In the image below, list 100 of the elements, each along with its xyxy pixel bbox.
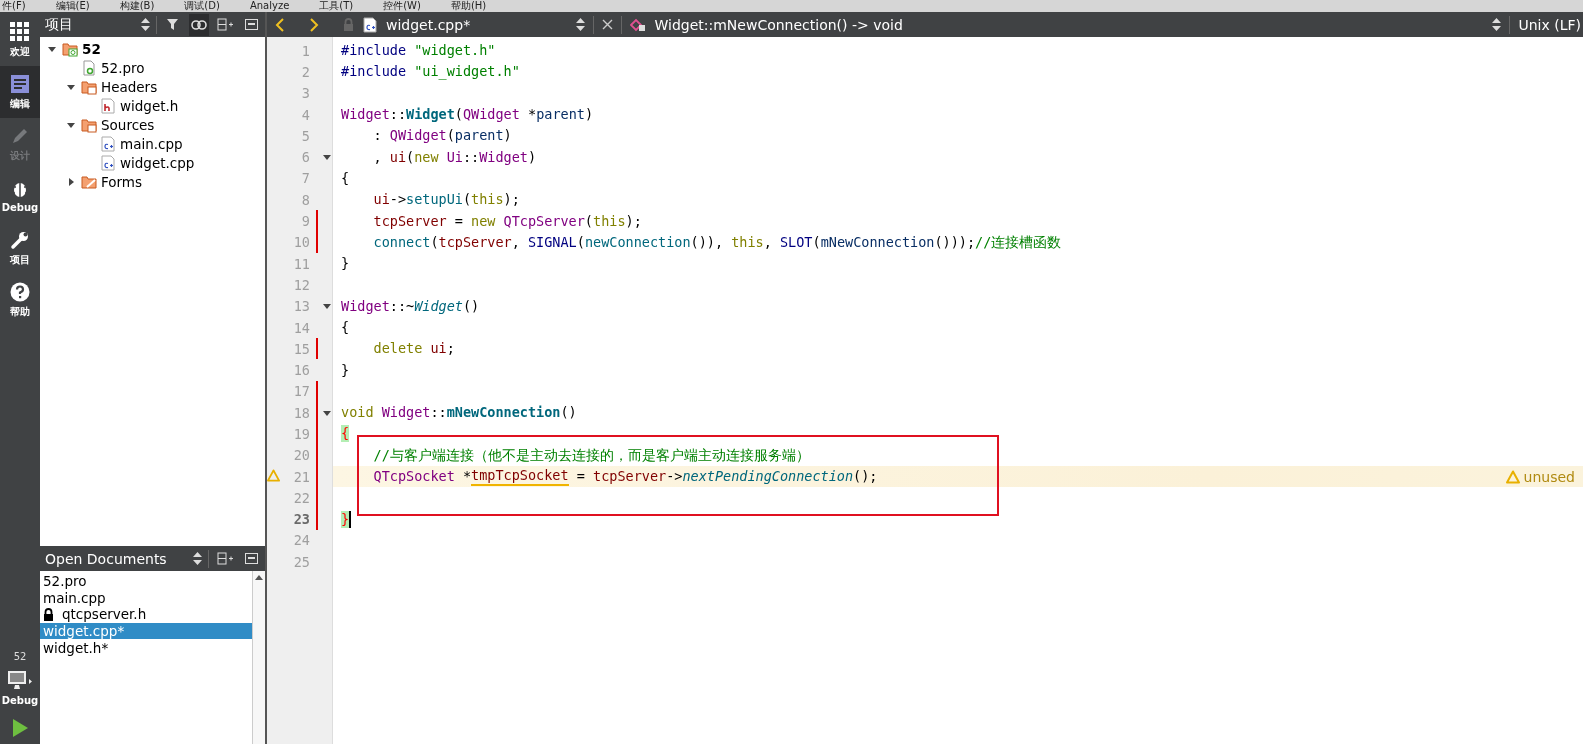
code-line: , ui(new Ui::Widget)	[372, 148, 537, 166]
target-selector[interactable]: Debug	[0, 662, 40, 714]
menu-item[interactable]: Analyze	[249, 0, 290, 12]
code-line: {	[341, 319, 350, 336]
project-file-icon	[81, 59, 97, 76]
mode-button[interactable]: 欢迎	[0, 14, 40, 66]
up-down-arrows-icon[interactable]	[141, 18, 150, 31]
symbol-selector[interactable]: Widget::mNewConnection() -> void	[654, 16, 1485, 33]
line-number: 24	[292, 532, 310, 549]
cpp-file-icon	[100, 154, 116, 171]
tree-item[interactable]: Headers	[40, 77, 265, 96]
line-number: 4	[300, 106, 310, 123]
document-item[interactable]: main.cpp	[40, 589, 252, 607]
code-line: #include "widget.h"	[341, 42, 496, 60]
line-number: 19	[292, 426, 310, 442]
lock-icon	[43, 608, 54, 621]
document-icon	[10, 73, 30, 94]
code-line: Widget::Widget(QWidget *parent)	[341, 106, 594, 124]
line-number: 25	[292, 553, 310, 570]
mode-button[interactable]: Debug	[0, 170, 40, 222]
line-number: 1	[300, 42, 310, 59]
tree-item[interactable]: main.cpp	[40, 134, 265, 153]
menu-item[interactable]: 件(F)	[2, 0, 26, 12]
tree-item[interactable]: widget.h	[40, 96, 265, 115]
line-number: 11	[292, 255, 310, 272]
code-line: ui->setupUi(this);	[372, 191, 520, 209]
tree-item[interactable]: widget.cpp	[40, 153, 265, 172]
mode-button[interactable]: 编辑	[0, 66, 40, 118]
folder-icon	[81, 173, 97, 190]
line-number: 3	[300, 85, 310, 102]
text-cursor	[349, 510, 352, 528]
run-icon[interactable]	[11, 718, 29, 738]
document-item[interactable]: widget.cpp*	[40, 622, 252, 640]
line-number: 8	[300, 191, 310, 208]
wrench-icon	[10, 229, 30, 250]
line-number: 17	[292, 383, 310, 400]
code-line: connect(tcpServer, SIGNAL(newConnection()), this, SLOT(mNewConnection()));//连接槽函数	[372, 233, 1062, 251]
expanded-arrow-icon[interactable]	[67, 82, 75, 91]
scrollbar[interactable]	[252, 571, 265, 744]
mode-button[interactable]: 帮助	[0, 274, 40, 326]
line-number: 6	[300, 149, 310, 166]
line-number: 13	[292, 298, 310, 315]
up-down-arrows-icon[interactable]	[1492, 18, 1502, 31]
code-line: Widget::~Widget()	[341, 297, 480, 315]
menu-item[interactable]: 帮助(H)	[450, 0, 487, 12]
folder-icon	[81, 78, 97, 95]
tree-item[interactable]: Sources	[40, 115, 265, 134]
link-icon[interactable]	[189, 13, 209, 36]
symbol-icon	[630, 17, 647, 32]
document-item[interactable]: qtcpserver.h	[40, 606, 252, 623]
code-line: void Widget::mNewConnection()	[341, 404, 577, 422]
menu-item[interactable]: 调试(D)	[184, 0, 220, 12]
line-number: 21	[292, 468, 310, 485]
code-line: #include "ui_widget.h"	[341, 63, 520, 81]
header-file-icon	[100, 97, 116, 114]
unlocked-lock-icon	[343, 18, 354, 31]
mode-button[interactable]: 项目	[0, 222, 40, 274]
tree-item[interactable]: Forms	[40, 172, 265, 191]
up-down-arrows-icon[interactable]	[193, 552, 202, 565]
tree-item[interactable]: 52	[40, 39, 265, 58]
line-ending-selector[interactable]: Unix (LF)	[1518, 16, 1583, 33]
up-down-arrows-icon[interactable]	[576, 18, 586, 31]
panel-title: 项目	[45, 15, 74, 34]
code-line: : QWidget(parent)	[372, 127, 512, 145]
code-line: QTcpSocket *tmpTcpSocket = tcpServer->nextPendingConnection();	[372, 467, 878, 487]
menu-item[interactable]: 编辑(E)	[55, 0, 90, 12]
line-number: 9	[300, 213, 310, 229]
code-line: delete ui;	[372, 340, 455, 358]
line-number: 10	[292, 234, 310, 251]
document-item[interactable]: widget.h*	[40, 639, 252, 656]
expanded-arrow-icon[interactable]	[48, 44, 56, 53]
fold-arrow-icon[interactable]	[322, 408, 331, 417]
cpp-file-icon	[362, 16, 378, 33]
code-line: tcpServer = new QTcpServer(this);	[372, 212, 642, 230]
expanded-arrow-icon[interactable]	[67, 120, 75, 129]
menu-item[interactable]: 控件(W)	[383, 0, 421, 12]
project-name: 52	[13, 651, 27, 662]
code-line: }	[341, 361, 350, 379]
cpp-file-icon	[100, 135, 116, 152]
file-tab[interactable]: widget.cpp*	[386, 16, 471, 33]
fold-arrow-icon[interactable]	[322, 302, 331, 311]
warning-text: unused	[1523, 468, 1575, 485]
line-number: 20	[292, 447, 310, 464]
close-icon[interactable]	[602, 19, 614, 30]
fold-arrow-icon[interactable]	[322, 153, 331, 162]
scroll-up-arrow-icon[interactable]	[255, 575, 263, 580]
help-icon	[10, 281, 30, 302]
grid-icon	[10, 21, 30, 42]
line-number: 2	[300, 63, 310, 80]
line-number: 15	[292, 340, 310, 357]
code-line: //与客户端连接（他不是主动去连接的，而是客户端主动连接服务端）	[372, 446, 810, 464]
menu-item[interactable]: 工具(T)	[319, 0, 354, 12]
folder-icon	[81, 116, 97, 133]
menu-item[interactable]: 构建(B)	[119, 0, 155, 12]
line-number: 5	[300, 127, 310, 144]
line-number: 7	[300, 170, 310, 187]
project-folder-icon	[62, 40, 78, 57]
collapsed-arrow-icon[interactable]	[67, 177, 75, 186]
document-item[interactable]: 52.pro	[40, 573, 252, 590]
tree-item[interactable]: 52.pro	[40, 58, 265, 77]
